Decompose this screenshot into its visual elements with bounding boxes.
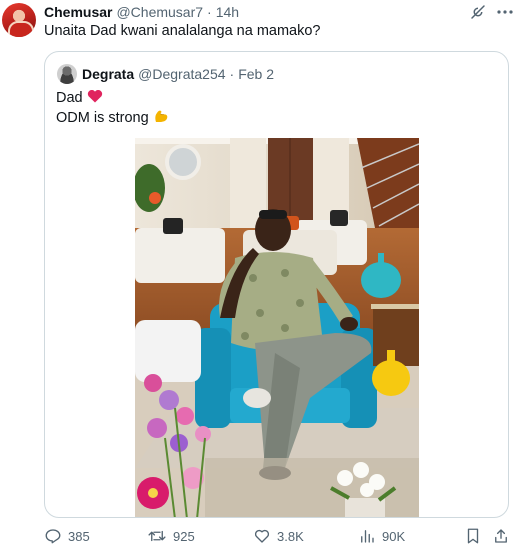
quoted-separator: · (229, 66, 235, 82)
flexed-biceps-icon (153, 108, 169, 128)
quoted-header: Degrata @Degrata254 · Feb 2 (82, 64, 274, 84)
quoted-date: Feb 2 (238, 66, 275, 82)
quoted-handle: @Degrata254 (138, 66, 226, 82)
separator-dot: · (207, 4, 212, 20)
red-heart-icon (87, 89, 103, 107)
quoted-tweet[interactable]: Degrata @Degrata254 · Feb 2 Dad ODM is s… (44, 51, 509, 518)
quoted-text-line1: Dad (56, 89, 103, 107)
tweet-text: Unaita Dad kwani analalanga na mamako? (44, 23, 321, 39)
bookmark-button[interactable] (465, 525, 481, 547)
repost-count: 925 (173, 528, 195, 544)
tweet[interactable]: Chemusar @Chemusar7 · 14h Unaita Dad kwa… (0, 0, 521, 559)
like-icon (253, 527, 271, 545)
like-button[interactable]: 3.8K (253, 525, 304, 547)
action-bar: 385 925 3.8K 90K (0, 522, 521, 552)
quoted-photo[interactable] (135, 138, 419, 517)
quoted-text-line2: ODM is strong (56, 108, 169, 128)
bookmark-icon (465, 527, 481, 545)
views-button[interactable]: 90K (358, 525, 405, 547)
share-button[interactable] (492, 525, 510, 547)
reply-count: 385 (68, 528, 90, 544)
views-count: 90K (382, 528, 406, 544)
quoted-display-name: Degrata (82, 66, 135, 82)
tweet-header: Chemusar @Chemusar7 · 14h (44, 3, 239, 21)
quoted-avatar[interactable] (57, 64, 77, 84)
photo-illustration (135, 138, 419, 517)
avatar[interactable] (2, 3, 36, 37)
quoted-text-odm: ODM is strong (56, 110, 149, 126)
reply-button[interactable]: 385 (44, 525, 90, 547)
more-icon[interactable] (494, 2, 516, 22)
like-count: 3.8K (277, 528, 304, 544)
views-icon (358, 527, 376, 545)
quoted-text-dad: Dad (56, 90, 83, 106)
reply-icon (44, 527, 62, 545)
grok-icon[interactable] (468, 2, 488, 22)
user-handle[interactable]: @Chemusar7 (116, 4, 203, 20)
share-icon (492, 527, 510, 545)
timestamp[interactable]: 14h (216, 4, 239, 20)
repost-icon (147, 527, 167, 545)
display-name[interactable]: Chemusar (44, 4, 112, 20)
repost-button[interactable]: 925 (147, 525, 195, 547)
